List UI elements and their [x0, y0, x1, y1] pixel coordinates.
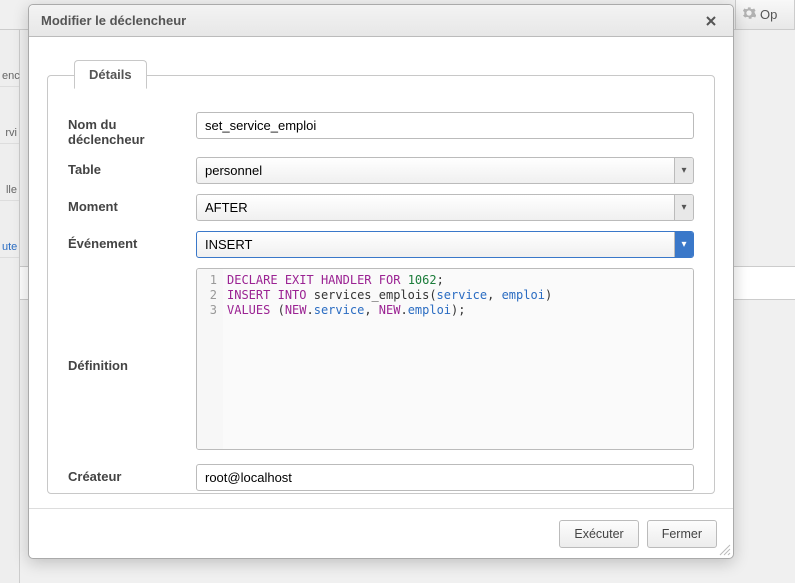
label-table: Table — [68, 157, 196, 177]
editor-code[interactable]: DECLARE EXIT HANDLER FOR 1062; INSERT IN… — [223, 269, 693, 449]
moment-select[interactable]: AFTER — [196, 194, 694, 221]
close-icon[interactable] — [701, 11, 721, 31]
creator-input[interactable] — [196, 464, 694, 491]
label-definition: Définition — [68, 268, 196, 373]
bg-options-btn[interactable]: Op — [735, 0, 795, 30]
label-creator: Créateur — [68, 464, 196, 484]
editor-gutter: 1 2 3 — [197, 269, 223, 449]
table-select[interactable]: personnel — [196, 157, 694, 184]
definition-editor[interactable]: 1 2 3 DECLARE EXIT HANDLER FOR 1062; INS… — [196, 268, 694, 450]
details-fieldset: Détails Nom du déclencheur Table personn… — [47, 61, 715, 494]
label-trigger-name: Nom du déclencheur — [68, 112, 196, 147]
resize-grip-icon — [717, 542, 731, 556]
gear-icon — [742, 6, 756, 23]
edit-trigger-dialog: Modifier le déclencheur Détails Nom du d… — [28, 4, 734, 559]
close-button[interactable]: Fermer — [647, 520, 717, 548]
bg-sidebar-fragments: enc rvi lle ute — [0, 30, 20, 583]
trigger-name-input[interactable] — [196, 112, 694, 139]
dialog-header[interactable]: Modifier le déclencheur — [29, 5, 733, 37]
details-legend: Détails — [74, 60, 147, 89]
dialog-body: Détails Nom du déclencheur Table personn… — [29, 37, 733, 508]
label-event: Événement — [68, 231, 196, 251]
dialog-title: Modifier le déclencheur — [41, 13, 701, 28]
event-select[interactable]: INSERT — [196, 231, 694, 258]
dialog-footer: Exécuter Fermer — [29, 508, 733, 558]
label-moment: Moment — [68, 194, 196, 214]
execute-button[interactable]: Exécuter — [559, 520, 638, 548]
bg-options-label: Op — [760, 7, 777, 22]
